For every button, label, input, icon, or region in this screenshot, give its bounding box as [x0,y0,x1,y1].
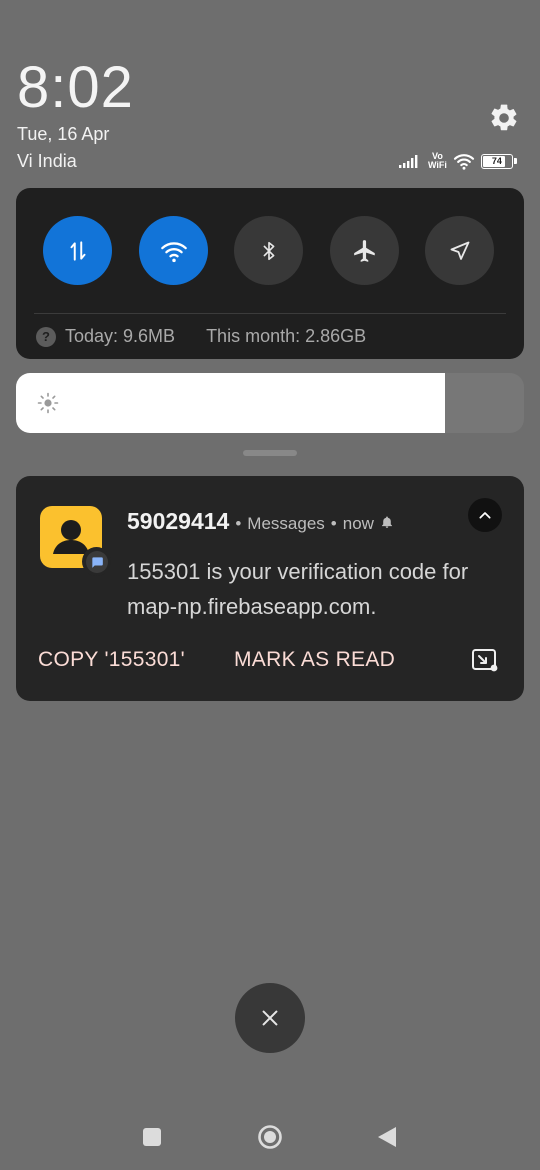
app-name: Messages [247,514,325,533]
drag-handle[interactable] [243,450,297,456]
wifi-icon [160,241,187,262]
data-usage-row[interactable]: ? Today: 9.6MB This month: 2.86GB [36,326,366,347]
bluetooth-icon [263,241,274,260]
alert-bell-icon [381,516,392,528]
location-toggle[interactable] [425,216,494,285]
expand-reply-icon[interactable] [471,648,499,672]
date-label[interactable]: Tue, 16 Apr [17,124,109,145]
copy-code-button[interactable]: COPY '155301' [38,648,185,672]
battery-icon: 74 [480,153,517,169]
vowifi-indicator: Vo WiFi [428,151,447,170]
clock[interactable]: 8:02 [17,56,134,120]
data-today-label: Today: 9.6MB [65,326,176,346]
mobile-data-icon [70,240,85,261]
collapse-button[interactable] [468,498,502,532]
square-recents-icon[interactable] [143,1128,161,1146]
notification-header: 59029414 • Messages • now [127,508,394,535]
wifi-status-icon [453,154,475,170]
carrier-label: Vi India [17,151,77,171]
chevron-up-icon [479,512,491,519]
clear-all-button[interactable] [235,983,305,1053]
status-icons: Vo WiFi 74 [398,150,517,172]
help-icon: ? [36,326,56,347]
notification-time: now [342,514,374,533]
airplane-icon [353,239,375,262]
quick-settings-panel: ? Today: 9.6MB This month: 2.86GB [16,188,524,359]
messages-app-badge [82,547,111,576]
settings-gear-icon[interactable] [488,102,520,134]
message-bubble-icon [91,556,103,568]
triangle-back-icon[interactable] [376,1125,398,1149]
message-body: 155301 is your verification code for map… [127,559,469,619]
signal-icon [399,155,418,168]
notification-card[interactable]: 59029414 • Messages • now 155301 is your… [16,476,524,701]
brightness-sun-icon [37,392,59,414]
sender-name: 59029414 [127,508,230,534]
bluetooth-toggle[interactable] [234,216,303,285]
wifi-toggle[interactable] [139,216,208,285]
brightness-slider[interactable] [16,373,524,433]
location-arrow-icon [450,241,469,260]
close-icon [262,1010,278,1026]
circle-home-icon[interactable] [257,1124,283,1150]
mark-as-read-button[interactable]: MARK AS READ [234,648,395,672]
data-month-label: This month: 2.86GB [206,326,367,346]
brightness-fill [16,373,446,433]
airplane-mode-toggle[interactable] [330,216,399,285]
divider [34,313,506,314]
mobile-data-toggle[interactable] [43,216,112,285]
